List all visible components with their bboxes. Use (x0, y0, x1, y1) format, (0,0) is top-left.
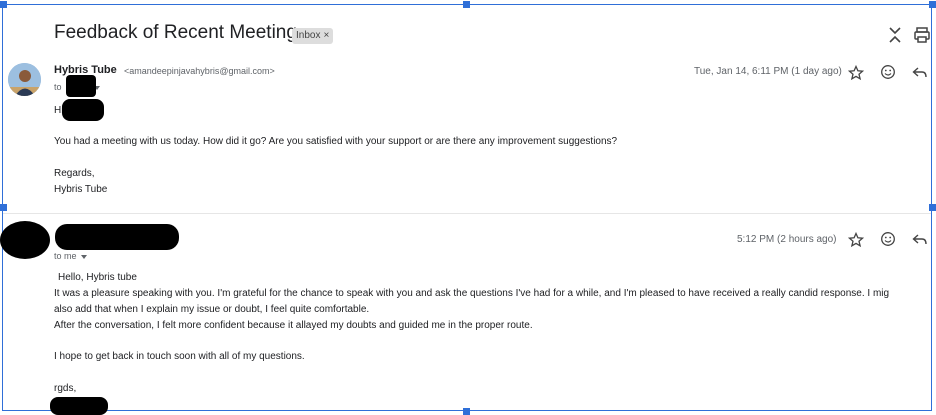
recipient-line[interactable]: to me (54, 251, 87, 261)
message-signature: Hybris Tube (54, 184, 108, 195)
recipient-prefix: to (54, 82, 62, 92)
message-body-line: You had a meeting with us today. How did… (54, 136, 618, 147)
reply-icon[interactable] (912, 65, 928, 81)
message-signoff: Regards, (54, 168, 95, 179)
emoji-reaction-icon[interactable] (880, 64, 896, 80)
resize-handle-bottom-center[interactable] (463, 408, 470, 415)
redaction-recipient (66, 75, 96, 97)
resize-handle-middle-left[interactable] (0, 204, 7, 211)
redaction-name (62, 99, 104, 121)
message-timestamp: 5:12 PM (2 hours ago) (737, 234, 837, 245)
reply-icon[interactable] (912, 232, 928, 248)
message-body-line: also add that when I explain my issue or… (54, 304, 370, 315)
resize-handle-top-left[interactable] (0, 1, 7, 8)
chevron-down-icon[interactable] (80, 254, 87, 259)
sender-email: <amandeepinjavahybris@gmail.com> (124, 66, 275, 76)
message-body-line: After the conversation, I felt more conf… (54, 320, 533, 331)
redaction-avatar (0, 221, 50, 259)
message-body-line: I hope to get back in touch soon with al… (54, 351, 305, 362)
resize-handle-top-center[interactable] (463, 1, 470, 8)
redaction-sender-name (55, 224, 179, 250)
message-signoff: rgds, (54, 383, 77, 394)
email-subject: Feedback of Recent Meeting (54, 22, 297, 43)
inbox-label-chip[interactable]: Inbox × (292, 28, 334, 44)
expand-collapse-icon[interactable] (886, 25, 904, 45)
message-timestamp: Tue, Jan 14, 6:11 PM (1 day ago) (694, 66, 842, 77)
resize-handle-middle-right[interactable] (929, 204, 936, 211)
emoji-reaction-icon[interactable] (880, 231, 896, 247)
print-icon[interactable] (913, 25, 931, 45)
inbox-label-text: Inbox (296, 30, 321, 41)
recipient-text: to me (54, 251, 77, 261)
redaction-signature (50, 397, 108, 415)
star-icon[interactable] (847, 64, 865, 81)
sender-avatar[interactable] (8, 63, 41, 96)
message-divider (3, 213, 931, 214)
star-icon[interactable] (847, 231, 865, 248)
resize-handle-top-right[interactable] (929, 1, 936, 8)
message-greeting: Hello, Hybris tube (58, 272, 137, 283)
remove-label-icon[interactable]: × (323, 30, 329, 41)
message-body-line: It was a pleasure speaking with you. I'm… (54, 288, 890, 299)
